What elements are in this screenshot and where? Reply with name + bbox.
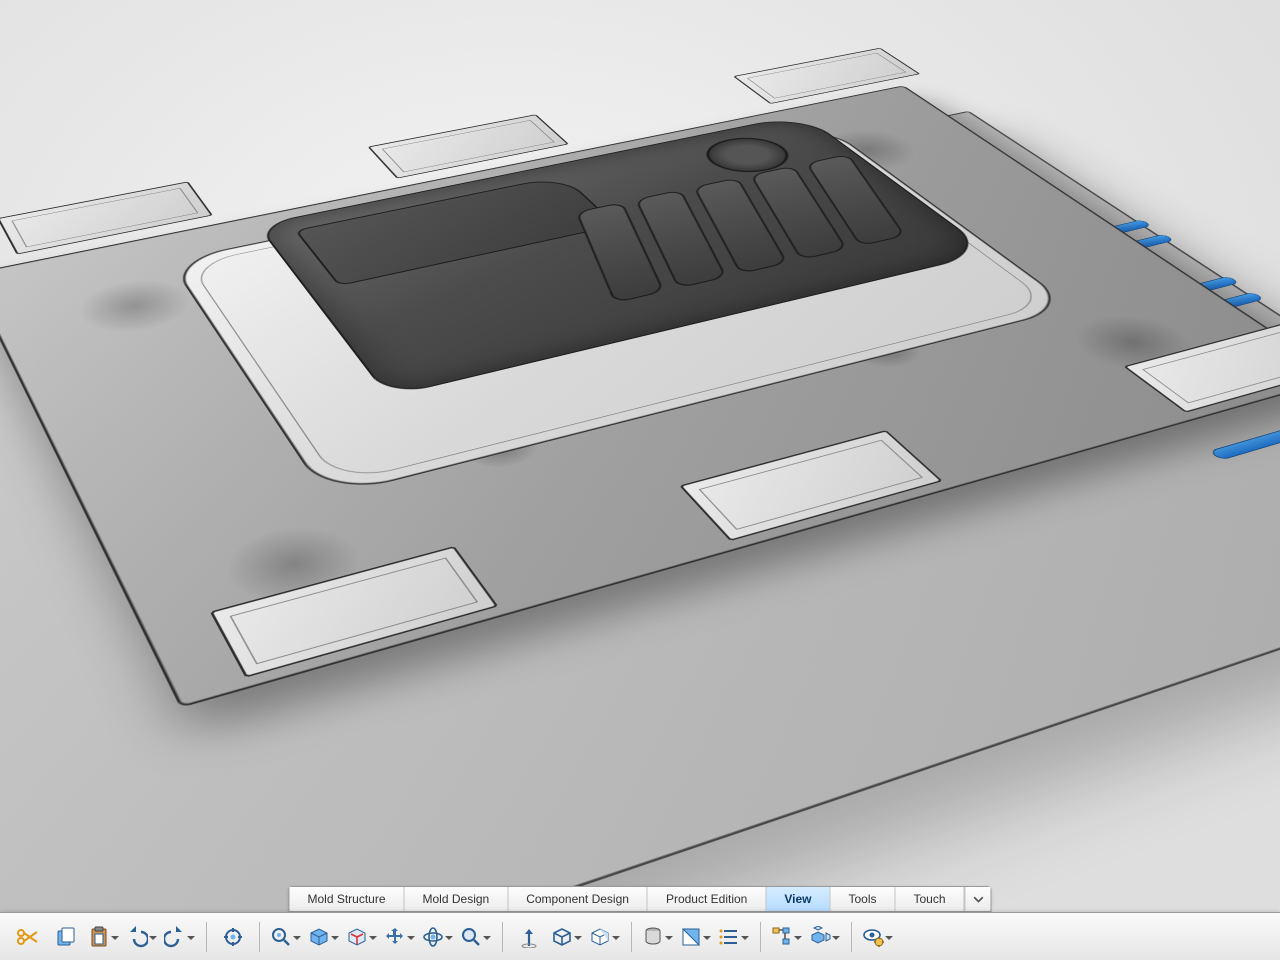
undo-button[interactable] <box>124 919 160 955</box>
toolbar-separator <box>851 922 852 952</box>
zoom-icon <box>270 926 292 948</box>
eye-gear-icon <box>862 926 884 948</box>
redo-button[interactable] <box>162 919 198 955</box>
paste-icon <box>88 926 110 948</box>
toolbar-separator <box>502 922 503 952</box>
tab-product-edition[interactable]: Product Edition <box>648 887 766 911</box>
tabbar-expand-button[interactable] <box>965 887 991 911</box>
cube-iso-icon <box>589 926 611 948</box>
zoom-button[interactable] <box>268 919 304 955</box>
shade-mode-button[interactable] <box>306 919 342 955</box>
assembly-tree-button[interactable] <box>769 919 805 955</box>
pan-button[interactable] <box>382 919 418 955</box>
cube-axes-icon <box>346 926 368 948</box>
visibility-button[interactable] <box>860 919 896 955</box>
toolbar-separator <box>206 922 207 952</box>
cube-wire-icon <box>551 926 573 948</box>
section-icon <box>680 926 702 948</box>
exploded-cube-icon <box>809 926 831 948</box>
layers-button[interactable] <box>640 919 676 955</box>
tab-tools[interactable]: Tools <box>830 887 895 911</box>
cut-button[interactable] <box>10 919 46 955</box>
normal-to-button[interactable] <box>511 919 547 955</box>
pan-icon <box>384 926 406 948</box>
redo-icon <box>164 926 186 948</box>
part-ribs <box>576 154 906 303</box>
ribbon-tabbar: Mold StructureMold DesignComponent Desig… <box>288 886 991 912</box>
copy-button[interactable] <box>48 919 84 955</box>
undo-icon <box>126 926 148 948</box>
wireframe-button[interactable] <box>549 919 585 955</box>
tab-touch[interactable]: Touch <box>895 887 964 911</box>
chevron-down-icon <box>972 893 984 905</box>
toolbar-separator <box>760 922 761 952</box>
paste-button[interactable] <box>86 919 122 955</box>
copy-icon <box>55 926 77 948</box>
list-icon <box>718 926 740 948</box>
normal-icon <box>518 926 540 948</box>
refresh-view-button[interactable] <box>215 919 251 955</box>
annotations-button[interactable] <box>716 919 752 955</box>
tab-mold-structure[interactable]: Mold Structure <box>289 887 404 911</box>
toolbar-separator <box>631 922 632 952</box>
orbit-icon <box>422 926 444 948</box>
model-viewport[interactable] <box>0 0 1280 960</box>
tab-mold-design[interactable]: Mold Design <box>405 887 509 911</box>
orientation-button[interactable] <box>344 919 380 955</box>
tab-component-design[interactable]: Component Design <box>508 887 648 911</box>
magnifier-icon <box>460 926 482 948</box>
cylinder-icon <box>642 926 664 948</box>
isometric-button[interactable] <box>587 919 623 955</box>
exploded-view-button[interactable] <box>807 919 843 955</box>
toolbar-separator <box>259 922 260 952</box>
main-toolbar <box>0 912 1280 960</box>
part-panel <box>295 175 618 286</box>
section-view-button[interactable] <box>678 919 714 955</box>
refresh-icon <box>222 926 244 948</box>
cube-shaded-icon <box>308 926 330 948</box>
zoom-window-button[interactable] <box>458 919 494 955</box>
tab-view[interactable]: View <box>766 887 830 911</box>
tree-icon <box>771 926 793 948</box>
scissors-icon <box>17 926 39 948</box>
rotate-button[interactable] <box>420 919 456 955</box>
